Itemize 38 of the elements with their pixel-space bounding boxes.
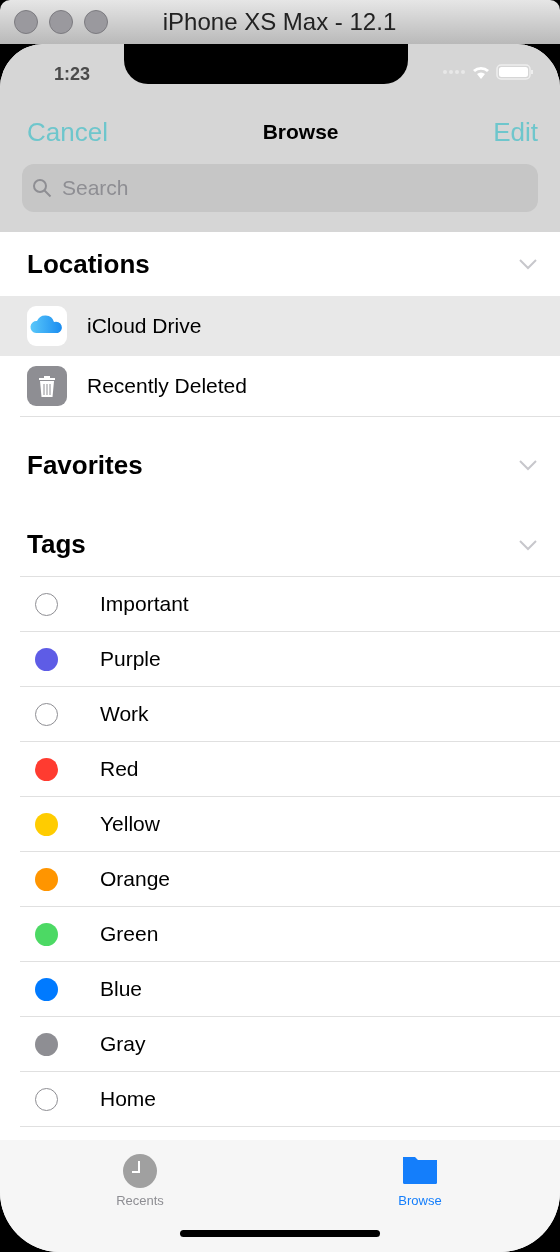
tag-label: Yellow (100, 812, 160, 836)
chevron-icon[interactable] (518, 258, 538, 270)
chevron-icon[interactable] (518, 538, 538, 551)
clock-icon (122, 1153, 158, 1189)
location-label: iCloud Drive (87, 314, 202, 338)
tab[interactable]: Browse (280, 1140, 560, 1216)
tag-circle (35, 1087, 58, 1111)
cloud-icon (27, 306, 67, 346)
wifi-icon (472, 65, 490, 79)
chevron-icon[interactable] (518, 459, 538, 471)
section-title: Locations (27, 248, 150, 280)
close-button[interactable] (14, 10, 38, 34)
tag-circle (35, 702, 58, 726)
status-time: 1:23 (54, 64, 91, 85)
window-title: iPhone XS Max - 12.1 (161, 8, 398, 36)
tag-label: Important (100, 592, 189, 616)
tag-label: Blue (100, 977, 143, 1001)
tag-circle (35, 592, 58, 616)
nav-title: Browse (262, 120, 339, 144)
location-label: Recently Deleted (87, 374, 247, 398)
location-row[interactable]: iCloud Drive (0, 296, 560, 356)
section-title: Tags (27, 529, 86, 560)
trash-icon (27, 366, 67, 406)
search-icon (32, 178, 52, 198)
tag-label: Red (100, 757, 139, 781)
tag-label: Purple (100, 647, 161, 671)
tag-label: Green (100, 922, 159, 946)
search-bar[interactable]: Search (22, 164, 538, 212)
tab[interactable]: Recents (0, 1140, 280, 1216)
battery-icon (496, 64, 534, 80)
minimize-button[interactable] (49, 10, 73, 34)
tag-label: Orange (100, 867, 171, 891)
tag-label: Home (100, 1087, 157, 1111)
zoom-button[interactable] (84, 10, 108, 34)
search-input[interactable]: Search (60, 175, 528, 201)
section-title: Favorites (27, 449, 143, 481)
tag-label: Work (100, 702, 149, 726)
tag-label: Gray (100, 1032, 146, 1056)
